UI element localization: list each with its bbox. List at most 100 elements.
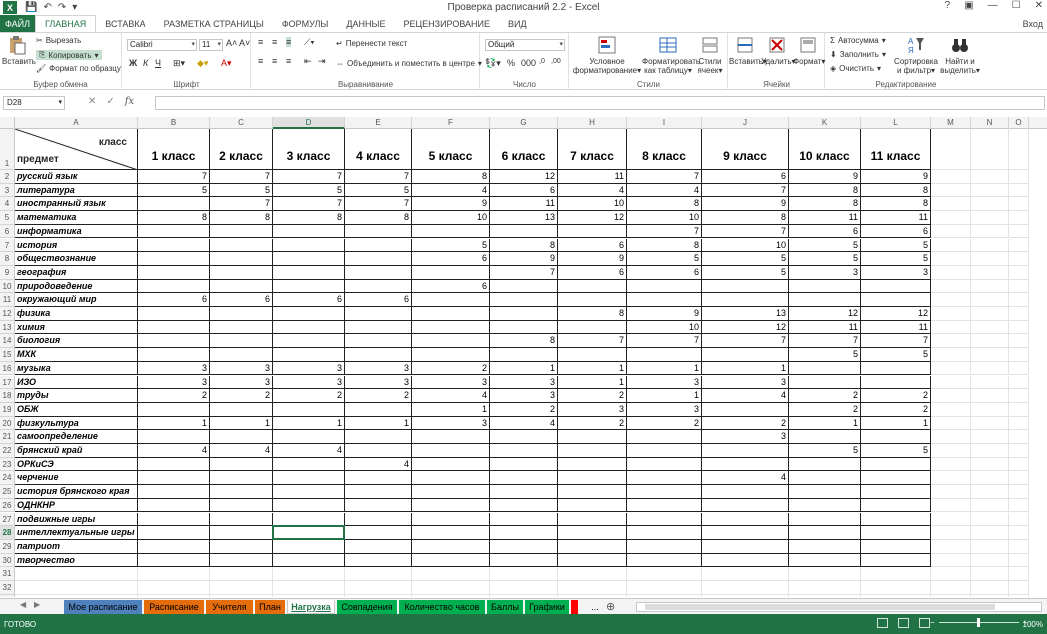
value-cell[interactable]: 7: [558, 334, 627, 349]
empty-cell[interactable]: [931, 279, 971, 294]
value-cell[interactable]: [702, 485, 789, 499]
grow-font-icon[interactable]: A˄: [226, 38, 237, 48]
value-cell[interactable]: [210, 307, 273, 321]
empty-cell[interactable]: [490, 581, 558, 595]
empty-cell[interactable]: [931, 512, 971, 527]
empty-cell[interactable]: [558, 581, 627, 595]
empty-cell[interactable]: [273, 581, 345, 595]
value-cell[interactable]: [138, 526, 210, 540]
value-cell[interactable]: 9: [627, 307, 702, 321]
value-cell[interactable]: 7: [273, 197, 345, 212]
empty-cell[interactable]: [971, 307, 1009, 321]
value-cell[interactable]: [702, 293, 789, 307]
value-cell[interactable]: 1: [273, 416, 345, 431]
value-cell[interactable]: 7: [627, 224, 702, 239]
value-cell[interactable]: [210, 238, 273, 253]
empty-cell[interactable]: [931, 402, 971, 417]
value-cell[interactable]: [210, 485, 273, 499]
value-cell[interactable]: [273, 224, 345, 239]
next-sheet-icon[interactable]: ▶: [34, 600, 40, 609]
value-cell[interactable]: 11: [789, 320, 861, 335]
empty-cell[interactable]: [1009, 320, 1029, 335]
close-icon[interactable]: ✕: [1035, 0, 1043, 11]
value-cell[interactable]: [138, 348, 210, 362]
column-header-m[interactable]: M: [931, 117, 971, 129]
empty-cell[interactable]: [1009, 211, 1029, 225]
empty-cell[interactable]: [1009, 553, 1029, 568]
value-cell[interactable]: [412, 553, 490, 568]
value-cell[interactable]: [412, 307, 490, 321]
value-cell[interactable]: 10: [558, 197, 627, 212]
column-header-h[interactable]: H: [558, 117, 627, 129]
value-cell[interactable]: [273, 238, 345, 253]
font-name-combo[interactable]: Calibri: [127, 39, 197, 51]
value-cell[interactable]: [273, 512, 345, 527]
empty-cell[interactable]: [931, 581, 971, 595]
value-cell[interactable]: [490, 471, 558, 486]
cancel-icon[interactable]: ✕: [88, 96, 96, 107]
value-cell[interactable]: [789, 430, 861, 444]
align-center-icon[interactable]: ≡: [272, 56, 277, 66]
value-cell[interactable]: [558, 224, 627, 239]
value-cell[interactable]: [861, 485, 931, 499]
value-cell[interactable]: 8: [558, 307, 627, 321]
fill-button[interactable]: ⬇ Заполнить ▾: [830, 50, 886, 59]
fill-color-icon[interactable]: ◆▾: [197, 58, 208, 69]
value-cell[interactable]: [558, 279, 627, 294]
sheet-tab-6[interactable]: Совпадения: [337, 600, 397, 614]
value-cell[interactable]: [138, 265, 210, 280]
value-cell[interactable]: [273, 334, 345, 349]
class-header-3[interactable]: 3 класс: [273, 129, 345, 170]
empty-cell[interactable]: [1009, 416, 1029, 431]
subject-cell[interactable]: музыка: [15, 361, 138, 376]
value-cell[interactable]: 3: [273, 375, 345, 390]
value-cell[interactable]: [412, 457, 490, 472]
value-cell[interactable]: 5: [345, 183, 412, 198]
insert-function-icon[interactable]: fx: [125, 96, 134, 107]
column-header-n[interactable]: N: [971, 117, 1009, 129]
subject-cell[interactable]: брянский край: [15, 444, 138, 458]
value-cell[interactable]: 3: [558, 402, 627, 417]
value-cell[interactable]: 7: [345, 197, 412, 212]
class-header-10[interactable]: 10 класс: [789, 129, 861, 170]
empty-cell[interactable]: [1009, 265, 1029, 280]
value-cell[interactable]: [345, 526, 412, 540]
tab-review[interactable]: РЕЦЕНЗИРОВАНИЕ: [394, 15, 499, 32]
value-cell[interactable]: [789, 457, 861, 472]
value-cell[interactable]: 6: [412, 252, 490, 266]
value-cell[interactable]: 7: [702, 224, 789, 239]
value-cell[interactable]: [627, 485, 702, 499]
value-cell[interactable]: 5: [702, 252, 789, 266]
row-header-16[interactable]: 16: [0, 361, 15, 376]
empty-cell[interactable]: [627, 567, 702, 581]
empty-cell[interactable]: [931, 553, 971, 568]
value-cell[interactable]: 12: [490, 170, 558, 184]
bold-button[interactable]: Ж: [129, 58, 137, 68]
empty-cell[interactable]: [1009, 361, 1029, 376]
empty-cell[interactable]: [1009, 307, 1029, 321]
value-cell[interactable]: 3: [490, 389, 558, 403]
value-cell[interactable]: [138, 553, 210, 568]
empty-cell[interactable]: [971, 361, 1009, 376]
underline-button[interactable]: Ч: [155, 58, 161, 68]
value-cell[interactable]: 3: [412, 416, 490, 431]
row-header-31[interactable]: 31: [0, 567, 15, 581]
empty-cell[interactable]: [931, 498, 971, 513]
align-bottom-icon[interactable]: ≡: [286, 37, 292, 47]
row-header-13[interactable]: 13: [0, 320, 15, 335]
class-header-9[interactable]: 9 класс: [702, 129, 789, 170]
value-cell[interactable]: [789, 512, 861, 527]
value-cell[interactable]: [490, 307, 558, 321]
value-cell[interactable]: [210, 265, 273, 280]
column-header-l[interactable]: L: [861, 117, 931, 129]
class-header-7[interactable]: 7 класс: [558, 129, 627, 170]
format-painter-button[interactable]: 🖌 Формат по образцу: [36, 64, 121, 73]
value-cell[interactable]: [861, 471, 931, 486]
value-cell[interactable]: [273, 279, 345, 294]
value-cell[interactable]: 7: [627, 170, 702, 184]
value-cell[interactable]: 1: [345, 416, 412, 431]
value-cell[interactable]: [345, 348, 412, 362]
value-cell[interactable]: [627, 498, 702, 513]
value-cell[interactable]: 2: [789, 402, 861, 417]
value-cell[interactable]: [412, 485, 490, 499]
